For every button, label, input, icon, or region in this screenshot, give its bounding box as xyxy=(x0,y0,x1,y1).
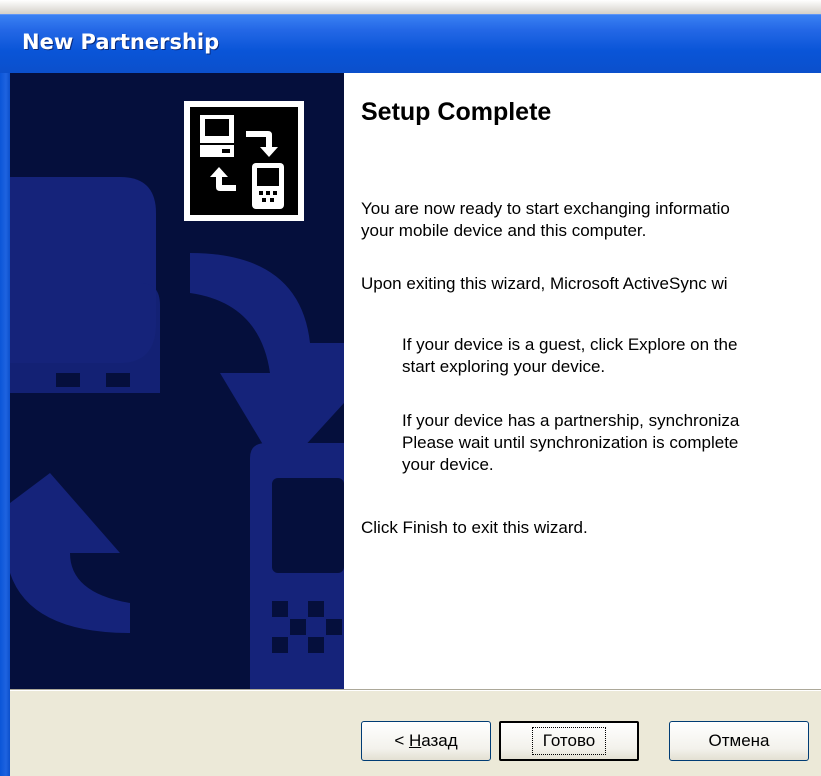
partnership-info-line-2: Please wait until synchronization is com… xyxy=(402,433,739,452)
intro-text-line-1: You are now ready to start exchanging in… xyxy=(361,199,730,218)
title-bar[interactable]: New Partnership xyxy=(0,0,821,74)
wizard-window: New Partnership Setup Complete You are n… xyxy=(0,0,821,776)
window-left-border xyxy=(0,73,10,776)
back-button-hotkey: Н xyxy=(408,731,422,750)
back-button[interactable]: < Назад xyxy=(361,721,491,761)
computer-and-device-sync-icon xyxy=(184,101,304,221)
cancel-button-label: Отмена xyxy=(708,731,770,750)
title-bar-top-edge xyxy=(0,0,821,14)
page-heading: Setup Complete xyxy=(361,98,552,126)
exit-info-text: Upon exiting this wizard, Microsoft Acti… xyxy=(361,274,728,293)
guest-info-line-1: If your device is a guest, click Explore… xyxy=(402,335,738,354)
back-button-prefix: < xyxy=(394,731,409,750)
partnership-info-line-3: your device. xyxy=(402,455,494,474)
intro-text-line-2: your mobile device and this computer. xyxy=(361,221,647,240)
partnership-info-line-1: If your device has a partnership, synchr… xyxy=(402,411,740,430)
finish-instruction-text: Click Finish to exit this wizard. xyxy=(361,518,588,537)
back-button-label: азад xyxy=(421,731,458,750)
guest-info-line-2: start exploring your device. xyxy=(402,357,606,376)
finish-button-label: Готово xyxy=(531,727,607,755)
finish-button[interactable]: Готово xyxy=(499,721,639,761)
cancel-button[interactable]: Отмена xyxy=(669,721,809,761)
window-title: New Partnership xyxy=(22,30,220,54)
